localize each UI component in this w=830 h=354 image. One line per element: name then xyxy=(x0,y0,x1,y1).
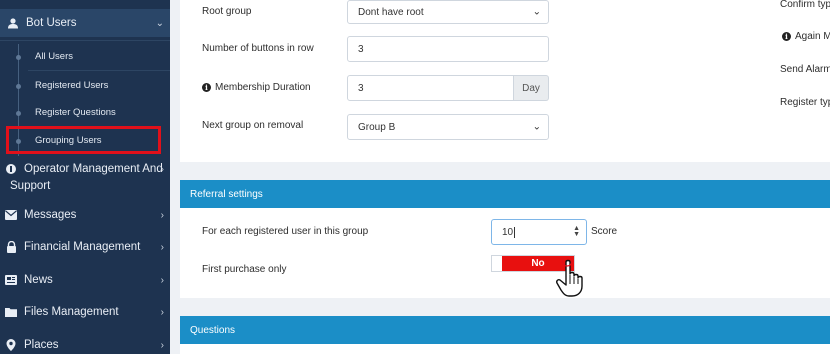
divider xyxy=(0,40,170,41)
chevron-down-icon: ⌄ xyxy=(532,121,541,133)
sidebar-item-operator-line2[interactable]: Support xyxy=(0,177,170,195)
score-value: 10 xyxy=(502,226,514,238)
sidebar-item-label: Places xyxy=(24,339,59,351)
stepper-icon[interactable]: ▲ ▼ xyxy=(573,225,580,238)
membership-unit: Day xyxy=(514,75,549,101)
register-type-label: Register typ xyxy=(780,97,830,108)
buttons-row-value: 3 xyxy=(358,43,364,55)
chevron-down-icon[interactable]: ⌄ xyxy=(156,18,164,29)
sidebar-item-label: News xyxy=(24,274,53,286)
highlight-box xyxy=(6,126,161,154)
sidebar-item-label: Bot Users xyxy=(26,17,77,29)
root-group-value: Dont have root xyxy=(358,6,424,18)
support-icon xyxy=(4,162,18,176)
first-purchase-label: First purchase only xyxy=(202,263,287,275)
sidebar-item-label: Financial Management xyxy=(24,241,141,253)
bullet-icon xyxy=(16,55,21,60)
questions-card xyxy=(180,344,830,354)
sub-item-label: All Users xyxy=(35,51,74,62)
send-alarm-label: Send Alarm xyxy=(780,64,830,75)
folder-icon xyxy=(4,305,18,319)
sidebar-item-operator[interactable]: Operator Management And › xyxy=(0,160,170,178)
bullet-icon xyxy=(16,84,21,89)
chevron-right-icon: › xyxy=(160,209,164,221)
referral-settings-header: Referral settings xyxy=(180,180,830,208)
chevron-right-icon: › xyxy=(160,306,164,318)
again-text: Again M xyxy=(795,31,830,42)
chevron-right-icon: › xyxy=(160,339,164,351)
sidebar-item-label: Support xyxy=(10,180,51,192)
text-cursor xyxy=(514,226,516,238)
info-icon: i xyxy=(782,32,791,41)
confirm-type-label: Confirm typ xyxy=(780,0,830,10)
membership-duration-input[interactable]: 3 xyxy=(347,75,514,101)
membership-duration-label: i Membership Duration xyxy=(202,80,311,94)
users-icon xyxy=(6,16,20,30)
score-label: Score xyxy=(591,225,618,237)
chevron-right-icon: › xyxy=(160,274,164,286)
chevron-right-icon: › xyxy=(160,163,164,175)
sub-item-label: Registered Users xyxy=(35,80,109,91)
chevron-right-icon: › xyxy=(160,241,164,253)
map-pin-icon xyxy=(4,338,18,352)
sub-item-label: Register Questions xyxy=(35,107,116,118)
sidebar-item-financial[interactable]: Financial Management › xyxy=(0,237,170,257)
lock-icon xyxy=(4,240,18,254)
sidebar: Bot Users ⌄ All Users Registered Users R… xyxy=(0,0,170,354)
sidebar-item-label: Files Management xyxy=(24,306,119,318)
sidebar-item-label: Messages xyxy=(24,209,77,221)
hand-cursor-icon xyxy=(556,258,583,297)
info-icon: i xyxy=(202,82,211,92)
sidebar-item-bot-users[interactable]: Bot Users ⌄ xyxy=(0,9,170,37)
chevron-down-icon: ⌄ xyxy=(532,6,541,18)
buttons-row-label: Number of buttons in row xyxy=(202,42,314,54)
next-group-select[interactable]: Group B ⌄ xyxy=(347,114,549,140)
main-content: Root group Dont have root ⌄ Number of bu… xyxy=(170,0,830,354)
buttons-row-input[interactable]: 3 xyxy=(347,36,549,62)
newspaper-icon xyxy=(4,273,18,287)
membership-value: 3 xyxy=(358,82,364,94)
sidebar-item-label: Operator Management And xyxy=(24,163,163,175)
envelope-icon xyxy=(4,208,18,222)
questions-header: Questions xyxy=(180,316,830,344)
root-group-select[interactable]: Dont have root ⌄ xyxy=(347,0,549,24)
membership-label-text: Membership Duration xyxy=(215,81,311,93)
sidebar-item-places[interactable]: Places › xyxy=(0,335,170,354)
sidebar-item-files[interactable]: Files Management › xyxy=(0,302,170,322)
bullet-icon xyxy=(16,111,21,116)
root-group-label: Root group xyxy=(202,5,252,17)
score-input[interactable]: 10 ▲ ▼ xyxy=(491,219,587,245)
sidebar-item-messages[interactable]: Messages › xyxy=(0,205,170,225)
next-group-value: Group B xyxy=(358,121,396,133)
each-user-label: For each registered user in this group xyxy=(202,225,369,237)
sidebar-item-news[interactable]: News › xyxy=(0,270,170,290)
again-label: i Again M xyxy=(782,31,830,42)
next-group-label: Next group on removal xyxy=(202,119,304,131)
divider xyxy=(28,70,170,71)
